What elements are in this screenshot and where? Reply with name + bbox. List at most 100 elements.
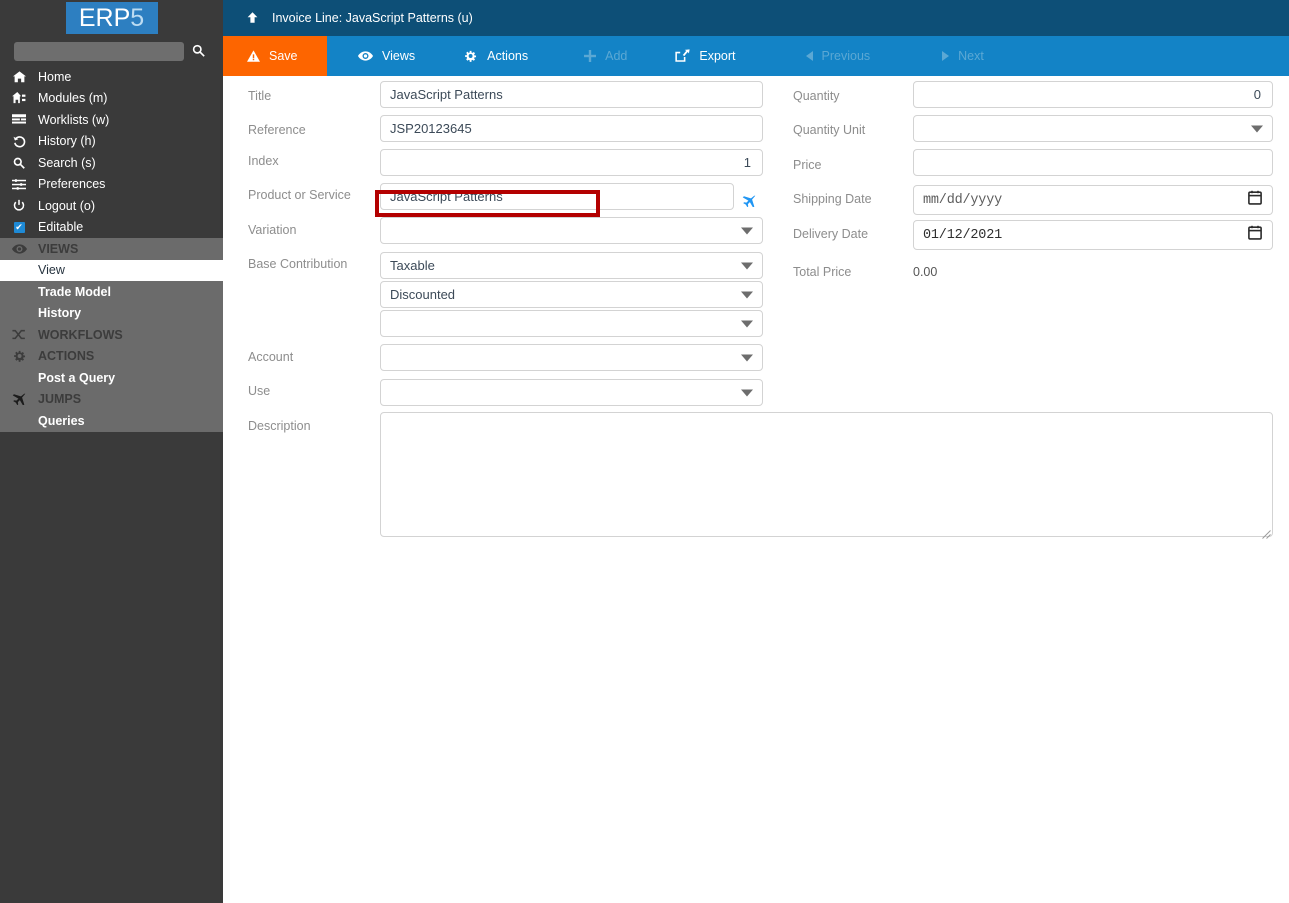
actions-button[interactable]: Actions	[435, 36, 548, 76]
sidebar-item-modules[interactable]: Modules (m)	[0, 88, 223, 110]
sidebar-item-history[interactable]: History (h)	[0, 131, 223, 153]
sidebar-group-label: ACTIONS	[38, 349, 95, 364]
export-icon	[675, 49, 691, 62]
sidebar-item-preferences[interactable]: Preferences	[0, 174, 223, 196]
gears-icon	[463, 50, 478, 62]
next-button[interactable]: Next	[890, 36, 1004, 76]
account-label: Account	[248, 350, 294, 364]
price-input[interactable]	[913, 149, 1273, 176]
quantity-unit-select[interactable]	[913, 115, 1273, 142]
arrow-up-icon[interactable]	[246, 11, 259, 26]
warning-triangle-icon	[247, 50, 260, 62]
previous-button-label: Previous	[821, 49, 871, 63]
views-button-label: Views	[382, 49, 416, 63]
sidebar-item-label: Search (s)	[38, 155, 96, 170]
search-input[interactable]	[14, 41, 184, 61]
sidebar-item-label: Post a Query	[38, 370, 116, 385]
description-label: Description	[248, 419, 311, 433]
description-textarea[interactable]	[380, 412, 1273, 537]
save-button[interactable]: Save	[223, 36, 327, 76]
delivery-date-label: Delivery Date	[793, 227, 869, 241]
sidebar-item-post-a-query[interactable]: Post a Query	[0, 367, 223, 389]
sidebar-search-row	[0, 36, 223, 66]
quantity-input[interactable]	[913, 81, 1273, 108]
sidebar-group-actions[interactable]: ACTIONS	[0, 346, 223, 368]
sidebar-item-search[interactable]: Search (s)	[0, 152, 223, 174]
chevron-down-icon	[741, 291, 753, 298]
base-contribution-select-3[interactable]	[380, 310, 763, 337]
history-icon	[0, 135, 38, 148]
sidebar-item-label: History (h)	[38, 134, 96, 149]
chevron-down-icon	[741, 389, 753, 396]
quantity-label: Quantity	[793, 89, 840, 103]
use-select[interactable]	[380, 379, 763, 406]
sidebar-item-history-view[interactable]: History	[0, 303, 223, 325]
sidebar-item-worklists[interactable]: Worklists (w)	[0, 109, 223, 131]
product-or-service-input[interactable]	[380, 183, 734, 210]
sidebar-item-view[interactable]: View	[0, 259, 223, 281]
calendar-icon[interactable]	[1248, 225, 1262, 245]
base-contribution-value-1: Taxable	[390, 258, 435, 273]
delivery-date-value: 01/12/2021	[923, 227, 1003, 243]
sidebar-item-label: Queries	[38, 413, 85, 428]
base-contribution-select-1[interactable]: Taxable	[380, 252, 763, 279]
plus-icon	[584, 50, 597, 62]
sidebar-group-nav: VIEWS View Trade Model History WORKFLOWS…	[0, 238, 223, 432]
sidebar-item-queries[interactable]: Queries	[0, 410, 223, 432]
sidebar-item-logout[interactable]: Logout (o)	[0, 195, 223, 217]
sidebar-actions-block: VIEWS View Trade Model History WORKFLOWS…	[0, 238, 223, 432]
sidebar-item-home[interactable]: Home	[0, 66, 223, 88]
export-button[interactable]: Export	[647, 36, 755, 76]
sidebar: ERP5 Home Modules (m) Worklists (w) Hist…	[0, 0, 223, 903]
sidebar-item-label: Preferences	[38, 177, 106, 192]
delivery-date-input[interactable]: 01/12/2021	[913, 220, 1273, 250]
chevron-down-icon	[1251, 125, 1263, 132]
export-button-label: Export	[699, 49, 736, 63]
base-contribution-value-2: Discounted	[390, 287, 456, 302]
erp5-app-window: ERP5 Home Modules (m) Worklists (w) Hist…	[0, 0, 1289, 903]
sidebar-top-nav: Home Modules (m) Worklists (w) History (…	[0, 66, 223, 238]
search-icon[interactable]	[192, 44, 205, 59]
total-price-label: Total Price	[793, 265, 852, 279]
sidebar-group-views[interactable]: VIEWS	[0, 238, 223, 260]
shipping-date-input[interactable]: mm/dd/yyyy	[913, 185, 1273, 215]
index-input[interactable]	[380, 149, 763, 176]
base-contribution-select-2[interactable]: Discounted	[380, 281, 763, 308]
shipping-date-value: mm/dd/yyyy	[923, 192, 1003, 208]
add-button[interactable]: Add	[548, 36, 647, 76]
sidebar-group-workflows[interactable]: WORKFLOWS	[0, 324, 223, 346]
index-label: Index	[248, 154, 279, 168]
plane-icon[interactable]	[742, 195, 756, 209]
checkbox-checked-icon[interactable]: ✔	[0, 221, 38, 233]
account-select[interactable]	[380, 344, 763, 371]
sidebar-item-label: Logout (o)	[38, 198, 95, 213]
views-button[interactable]: Views	[327, 36, 435, 76]
title-bar: Invoice Line: JavaScript Patterns (u)	[223, 0, 1289, 36]
variation-select[interactable]	[380, 217, 763, 244]
sidebar-item-editable[interactable]: ✔ Editable	[0, 217, 223, 239]
add-button-label: Add	[605, 49, 628, 63]
calendar-icon[interactable]	[1248, 190, 1262, 210]
title-input[interactable]	[380, 81, 763, 108]
gears-icon	[0, 350, 38, 363]
action-toolbar: Save Views Actions Add Export Previous N…	[223, 36, 1289, 76]
sliders-icon	[0, 179, 38, 190]
logo-text-digit: 5	[130, 3, 145, 32]
sidebar-item-label: Modules (m)	[38, 91, 108, 106]
eye-icon	[358, 51, 373, 61]
sidebar-group-jumps[interactable]: JUMPS	[0, 389, 223, 411]
base-contribution-label: Base Contribution	[248, 257, 348, 271]
save-button-label: Save	[269, 49, 298, 63]
reference-input[interactable]	[380, 115, 763, 142]
variation-label: Variation	[248, 223, 297, 237]
sidebar-item-trade-model[interactable]: Trade Model	[0, 281, 223, 303]
previous-button[interactable]: Previous	[756, 36, 891, 76]
power-icon	[0, 199, 38, 212]
shuffle-icon	[0, 329, 38, 340]
total-price-value: 0.00	[913, 265, 938, 279]
erp5-logo[interactable]: ERP5	[65, 2, 158, 34]
quantity-unit-label: Quantity Unit	[793, 123, 866, 137]
sidebar-group-label: JUMPS	[38, 392, 82, 407]
home-icon	[0, 71, 38, 83]
use-label: Use	[248, 384, 271, 398]
